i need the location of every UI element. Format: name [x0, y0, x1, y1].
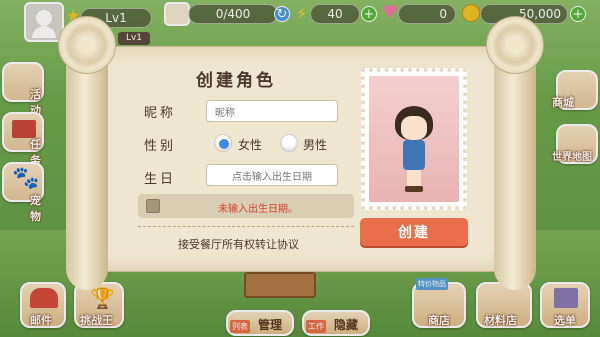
character-preview-frame	[361, 68, 467, 210]
character-face	[401, 116, 427, 140]
gender-male-label[interactable]: 男性	[303, 136, 327, 153]
gender-label: 性别	[144, 139, 177, 154]
character-shoes	[405, 186, 423, 192]
gender-female-label[interactable]: 女性	[238, 136, 262, 153]
create-button[interactable]: 创建	[360, 218, 468, 246]
nickname-input[interactable]: 昵称	[206, 100, 338, 122]
character-body	[403, 140, 425, 170]
character-preview-background	[369, 76, 459, 202]
birthday-label: 生日	[144, 172, 177, 187]
scroll-left-cap	[58, 16, 116, 74]
warning-text: 未输入出生日期。	[218, 204, 298, 215]
gender-male-radio[interactable]	[280, 134, 298, 152]
dialog-title: 创建角色	[196, 71, 276, 91]
agreement-checkbox[interactable]	[146, 199, 160, 213]
birthday-input[interactable]: 点击输入出生日期	[206, 164, 338, 186]
nickname-label: 昵称	[144, 106, 177, 121]
divider-line	[138, 226, 354, 227]
agreement-link[interactable]: 接受餐厅所有权转让协议	[178, 236, 299, 252]
scroll-right-cap	[486, 16, 544, 74]
gender-female-radio[interactable]	[214, 134, 232, 152]
